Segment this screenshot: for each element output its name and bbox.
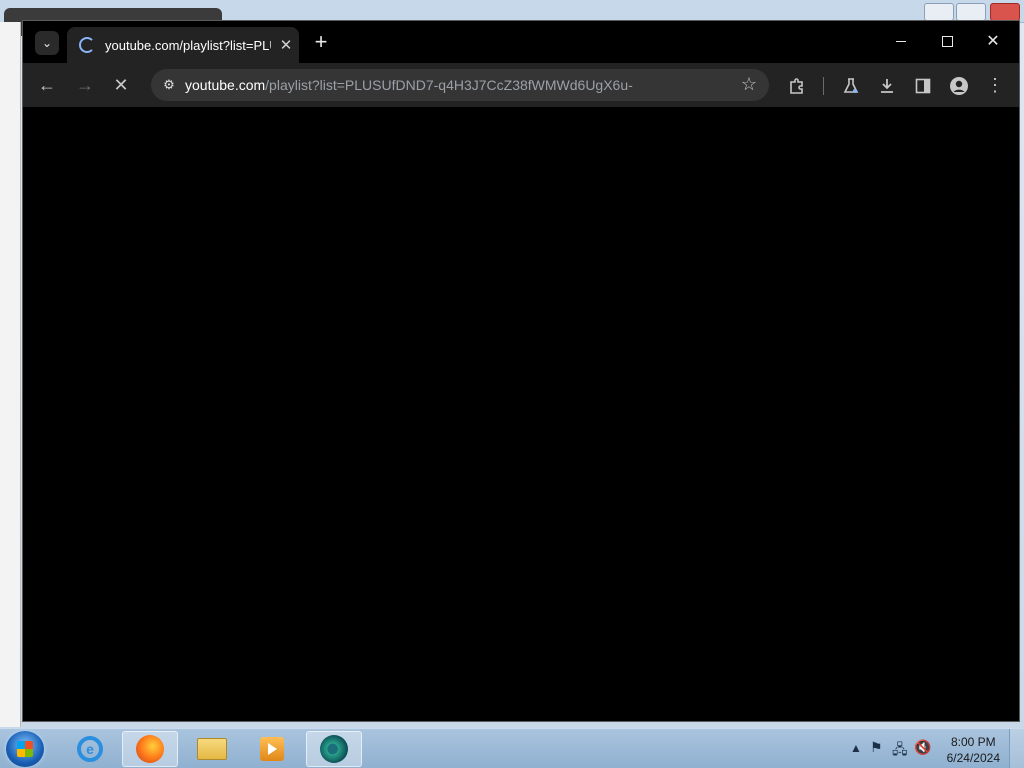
puzzle-icon (790, 78, 803, 95)
new-tab-button[interactable]: + (309, 31, 333, 55)
minimize-button[interactable] (879, 29, 923, 57)
tab-close-button[interactable]: ✕ (277, 36, 295, 54)
start-button[interactable] (6, 731, 44, 767)
flask-icon (843, 78, 859, 94)
firefox-icon (136, 735, 164, 763)
kebab-menu-icon: ⋮ (986, 75, 1004, 95)
url-path: /playlist?list=PLUSUfDND7-q4H3J7CcZ38fWM… (265, 77, 633, 93)
folder-icon (197, 738, 227, 760)
browser-toolbar: ← → ✕ ⚙ youtube.com/playlist?list=PLUSUf… (23, 63, 1019, 107)
url-host: youtube.com (185, 77, 266, 93)
forward-arrow-icon: → (76, 75, 94, 95)
close-button[interactable]: ✕ (971, 29, 1015, 57)
menu-button[interactable]: ⋮ (981, 71, 1009, 99)
minimize-icon (896, 41, 906, 43)
chevron-down-icon: ⌄ (41, 36, 53, 50)
clock-time: 8:00 PM (950, 735, 996, 749)
stop-loading-icon: ✕ (113, 75, 129, 95)
url-text[interactable]: youtube.com/playlist?list=PLUSUfDND7-q4H… (185, 77, 633, 93)
tab-strip: ⌄ youtube.com/playlist?list=PLU ✕ + ✕ (23, 21, 1019, 63)
profile-icon (950, 77, 968, 96)
tune-icon: ⚙ (163, 77, 175, 92)
back-button[interactable]: ← (33, 71, 61, 99)
background-minimize-button[interactable] (924, 3, 954, 21)
clock[interactable]: 8:00 PM 6/24/2024 (947, 734, 1000, 766)
clock-date: 6/24/2024 (946, 751, 1000, 765)
star-icon: ☆ (740, 74, 757, 94)
side-panel-icon (915, 78, 931, 94)
chrome-icon (320, 735, 348, 763)
address-bar[interactable]: ⚙ youtube.com/playlist?list=PLUSUfDND7-q… (151, 69, 769, 101)
taskbar-chrome[interactable] (306, 731, 362, 767)
maximize-button[interactable] (925, 29, 969, 57)
system-tray: ▲ ⚑ 🖧 🔇 8:00 PM 6/24/2024 (834, 729, 1024, 768)
tab-youtube-playlist[interactable]: youtube.com/playlist?list=PLU ✕ (67, 27, 299, 63)
background-close-button[interactable] (990, 3, 1020, 21)
action-center-flag-icon[interactable]: ⚑ (870, 739, 883, 756)
tab-search-button[interactable]: ⌄ (35, 31, 59, 55)
show-desktop-button[interactable] (1009, 729, 1024, 768)
stop-loading-button[interactable]: ✕ (107, 71, 135, 99)
bookmark-button[interactable]: ☆ (741, 74, 757, 95)
download-icon (881, 79, 893, 94)
background-maximize-button[interactable] (956, 3, 986, 21)
profile-button[interactable] (945, 71, 973, 99)
side-panel-button[interactable] (909, 71, 937, 99)
taskbar-internet-explorer[interactable]: e (62, 731, 118, 767)
taskbar-media-player[interactable] (244, 731, 300, 767)
extensions-button[interactable] (783, 71, 811, 99)
taskbar: e ▲ ⚑ 🖧 🔇 8:00 PM 6/24/2024 (0, 728, 1024, 768)
toolbar-divider (823, 77, 824, 95)
internet-explorer-icon: e (77, 736, 103, 762)
network-icon[interactable]: 🖧 (892, 739, 908, 763)
downloads-button[interactable] (873, 71, 901, 99)
volume-muted-icon[interactable]: 🔇 (914, 739, 931, 756)
forward-button[interactable]: → (71, 71, 99, 99)
tab-title: youtube.com/playlist?list=PLU (105, 37, 271, 53)
taskbar-firefox[interactable] (122, 731, 178, 767)
show-hidden-icons-button[interactable]: ▲ (850, 741, 862, 755)
labs-button[interactable] (837, 71, 865, 99)
browser-window: ⌄ youtube.com/playlist?list=PLU ✕ + ✕ ← … (22, 20, 1020, 722)
media-player-icon (260, 737, 284, 761)
windows-logo-icon (17, 741, 33, 757)
back-arrow-icon: ← (38, 75, 56, 95)
page-content[interactable] (29, 107, 1013, 719)
loading-spinner-icon (79, 37, 95, 53)
maximize-icon (941, 36, 953, 48)
background-window-edge (0, 22, 21, 727)
site-info-button[interactable]: ⚙ (157, 73, 181, 97)
taskbar-file-explorer[interactable] (184, 731, 240, 767)
